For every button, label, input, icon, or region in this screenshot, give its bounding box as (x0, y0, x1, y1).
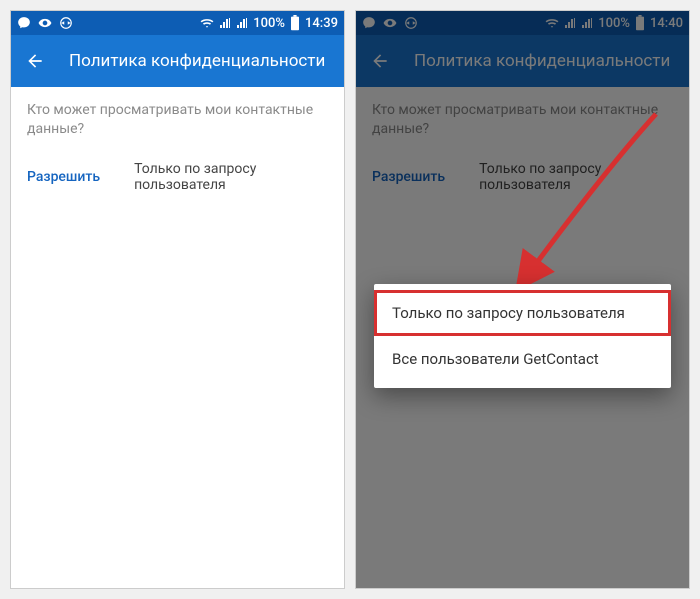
setting-row[interactable]: Разрешить Только по запросу пользователя (27, 161, 328, 193)
app-bar: Политика конфиденциальности (11, 35, 344, 87)
status-time: 14:39 (305, 16, 338, 31)
app-title: Политика конфиденциальности (69, 51, 325, 71)
teamviewer-icon (59, 16, 73, 30)
signal-icon-2 (236, 17, 248, 29)
dialog-option-all-users[interactable]: Все пользователи GetContact (374, 336, 671, 382)
setting-label: Разрешить (27, 169, 100, 185)
messenger-icon (17, 16, 31, 30)
battery-icon (290, 15, 300, 31)
options-dialog: Только по запросу пользователя Все польз… (374, 284, 671, 388)
phone-screen-left: 100% 14:39 Политика конфиденциальности К… (10, 10, 345, 589)
content-area: Кто может просматривать мои контактные д… (11, 87, 344, 588)
dialog-option-on-request[interactable]: Только по запросу пользователя (374, 290, 671, 336)
phone-screen-right: 100% 14:40 Политика конфиденциальности К… (355, 10, 690, 589)
eye-icon (37, 16, 53, 30)
status-bar: 100% 14:39 (11, 11, 344, 35)
wifi-icon (200, 16, 214, 30)
setting-value: Только по запросу пользователя (134, 161, 328, 193)
back-arrow-icon[interactable] (25, 51, 45, 71)
signal-icon-1 (219, 17, 231, 29)
section-header: Кто может просматривать мои контактные д… (27, 101, 328, 139)
battery-percent: 100% (253, 16, 285, 31)
